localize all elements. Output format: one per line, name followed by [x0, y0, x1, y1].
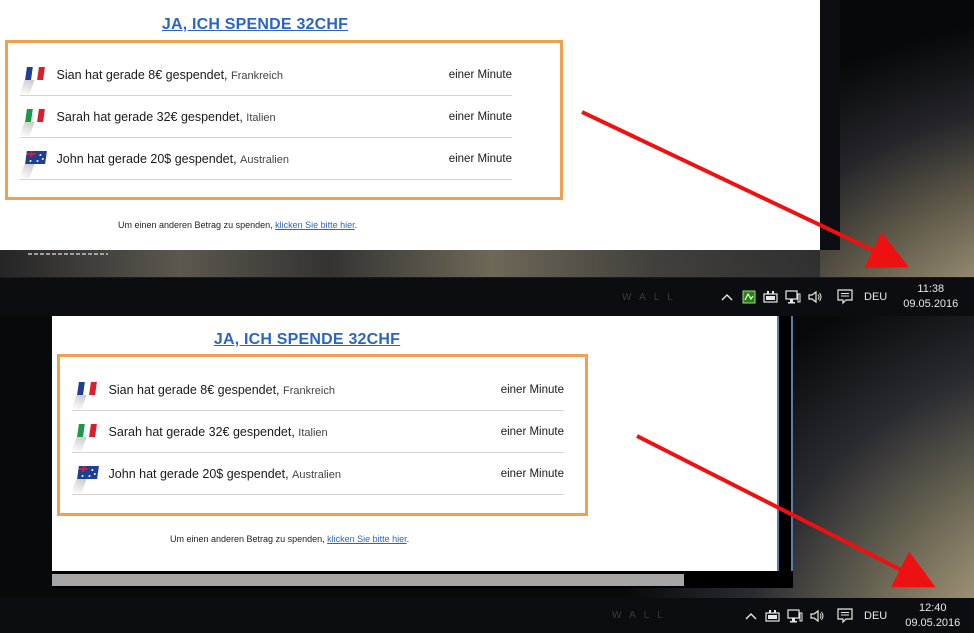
wallpaper-watermark: WALL	[622, 292, 681, 303]
france-flag-icon	[71, 369, 101, 411]
australia-flag-icon	[19, 138, 49, 180]
france-flag-icon	[19, 54, 49, 96]
donation-row: Sian hat gerade 8€ gespendet, Frankreich…	[71, 369, 564, 411]
wallpaper-cloud-band	[0, 250, 820, 278]
chevron-up-icon[interactable]	[716, 286, 738, 308]
donation-text: Sarah hat gerade 32€ gespendet, Italien	[56, 109, 276, 124]
taskbar: WALL DEU 11:38 09.05.2016	[0, 277, 974, 316]
system-tray: DEU 12:40 09.05.2016	[740, 598, 960, 633]
chevron-up-icon[interactable]	[740, 605, 762, 627]
other-amount-link[interactable]: klicken Sie bitte hier	[327, 534, 407, 544]
volume-icon[interactable]	[804, 286, 826, 308]
donation-time: einer Minute	[448, 110, 512, 123]
donate-title-link[interactable]: JA, ICH SPENDE 32CHF	[52, 331, 562, 349]
donation-ticker-box: Sian hat gerade 8€ gespendet, Frankreich…	[5, 40, 563, 200]
battery-icon[interactable]	[762, 605, 784, 627]
window-edge	[820, 0, 840, 250]
donation-text: John hat gerade 20$ gespendet, Australie…	[108, 466, 341, 481]
network-icon[interactable]	[784, 605, 806, 627]
australia-flag-icon	[71, 453, 101, 495]
donation-row: Sarah hat gerade 32€ gespendet, Italien …	[19, 96, 512, 138]
donation-country: Frankreich	[231, 69, 283, 82]
donation-text: John hat gerade 20$ gespendet, Australie…	[56, 151, 289, 166]
donation-time: einer Minute	[500, 425, 564, 438]
donation-country: Italien	[246, 111, 276, 124]
other-amount-link[interactable]: klicken Sie bitte hier	[275, 220, 355, 230]
other-amount-note: Um einen anderen Betrag zu spenden, klic…	[118, 220, 358, 230]
donation-row: Sian hat gerade 8€ gespendet, Frankreich…	[19, 54, 512, 96]
clock-time: 12:40	[919, 601, 947, 614]
system-tray: DEU 11:38 09.05.2016	[716, 278, 958, 316]
donation-text: Sian hat gerade 8€ gespendet, Frankreich	[108, 382, 335, 397]
donation-country: Italien	[298, 426, 328, 439]
donation-text: Sian hat gerade 8€ gespendet, Frankreich	[56, 67, 283, 82]
screenshot-before: JA, ICH SPENDE 32CHF Sian hat gerade 8€ …	[0, 0, 974, 316]
browser-content: JA, ICH SPENDE 32CHF Sian hat gerade 8€ …	[0, 0, 820, 250]
battery-icon[interactable]	[760, 286, 782, 308]
window-edge	[777, 316, 793, 588]
donation-row: John hat gerade 20$ gespendet, Australie…	[19, 138, 512, 180]
other-amount-note: Um einen anderen Betrag zu spenden, klic…	[170, 534, 410, 544]
taskbar-window-title	[28, 250, 108, 258]
notification-icon[interactable]	[834, 286, 856, 308]
clock-date: 09.05.2016	[905, 616, 961, 629]
donation-row: Sarah hat gerade 32€ gespendet, Italien …	[71, 411, 564, 453]
taskbar-clock[interactable]: 11:38 09.05.2016	[903, 282, 958, 312]
donation-row: John hat gerade 20$ gespendet, Australie…	[71, 453, 564, 495]
browser-content: JA, ICH SPENDE 32CHF Sian hat gerade 8€ …	[52, 316, 777, 571]
volume-icon[interactable]	[806, 605, 828, 627]
donation-country: Frankreich	[283, 384, 335, 397]
donation-time: einer Minute	[500, 383, 564, 396]
input-language[interactable]: DEU	[864, 610, 887, 622]
screenshot-after: JA, ICH SPENDE 32CHF Sian hat gerade 8€ …	[0, 316, 974, 633]
app-tray-icon[interactable]	[738, 286, 760, 308]
donation-time: einer Minute	[448, 68, 512, 81]
donation-country: Australien	[240, 153, 289, 166]
donation-time: einer Minute	[448, 152, 512, 165]
wallpaper-watermark: WALL	[612, 610, 671, 621]
donation-text: Sarah hat gerade 32€ gespendet, Italien	[108, 424, 328, 439]
donation-country: Australien	[292, 468, 341, 481]
italy-flag-icon	[71, 411, 101, 453]
input-language[interactable]: DEU	[864, 291, 887, 303]
taskbar: WALL DEU 12:40 09.05.2016	[0, 598, 974, 633]
notification-icon[interactable]	[834, 605, 856, 627]
clock-time: 11:38	[917, 283, 945, 295]
donate-title-link[interactable]: JA, ICH SPENDE 32CHF	[0, 16, 510, 34]
italy-flag-icon	[19, 96, 49, 138]
horizontal-scrollbar-thumb[interactable]	[52, 574, 684, 586]
taskbar-clock[interactable]: 12:40 09.05.2016	[905, 601, 960, 631]
donation-time: einer Minute	[500, 467, 564, 480]
network-icon[interactable]	[782, 286, 804, 308]
donation-ticker-box: Sian hat gerade 8€ gespendet, Frankreich…	[57, 354, 588, 516]
clock-date: 09.05.2016	[903, 298, 959, 310]
